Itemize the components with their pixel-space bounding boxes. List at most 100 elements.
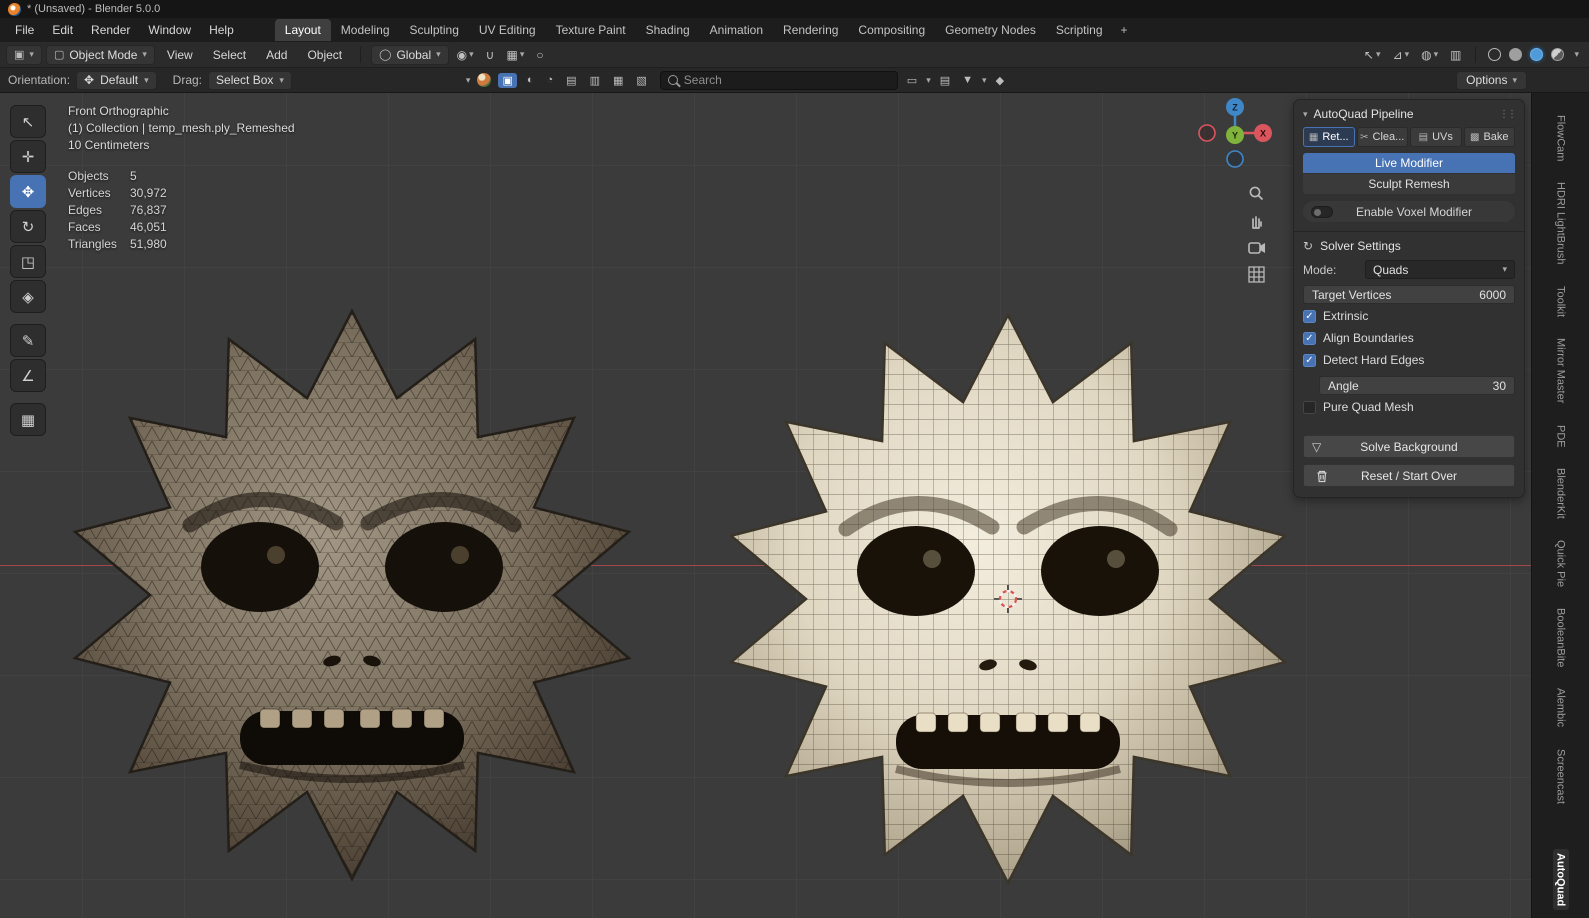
navigation-gizmo[interactable]: Z X Y	[1192, 95, 1278, 178]
sidebar-tab-flowcam[interactable]: FlowCam	[1553, 111, 1569, 165]
camera-view-icon[interactable]	[1248, 241, 1266, 255]
slanted-grid-icon[interactable]: ▧	[633, 73, 649, 88]
axis-z-negative-handle[interactable]	[1226, 150, 1244, 168]
target-vertices-field[interactable]: Target Vertices 6000	[1303, 285, 1515, 304]
workspace-tab-rendering[interactable]: Rendering	[773, 19, 848, 41]
add-cube-tool[interactable]: ▦	[10, 403, 46, 436]
panel-header[interactable]: ▾ AutoQuad Pipeline ⋮⋮	[1303, 107, 1517, 127]
object-mode-dropdown[interactable]: ▢ Object Mode ▾	[45, 44, 155, 65]
workspace-tab-layout[interactable]: Layout	[274, 19, 331, 41]
search-input[interactable]	[683, 73, 890, 87]
mesh-left-triangulated[interactable]	[72, 308, 632, 882]
drag-dropdown[interactable]: Select Box ▾	[208, 70, 292, 90]
menu-edit[interactable]: Edit	[43, 20, 82, 40]
clipboard-icon[interactable]: ▤	[937, 73, 953, 88]
menu-window[interactable]: Window	[139, 20, 200, 40]
sidebar-tab-mirror-master[interactable]: Mirror Master	[1553, 334, 1569, 407]
overlays-dropdown[interactable]: ◍ ▾	[1417, 46, 1442, 64]
detect-hard-edges-checkbox-row[interactable]: Detect Hard Edges	[1303, 350, 1515, 370]
workspace-tab-shading[interactable]: Shading	[636, 19, 700, 41]
circle-falloff-icon[interactable]: ◔	[544, 73, 557, 87]
align-boundaries-checkbox-row[interactable]: Align Boundaries	[1303, 328, 1515, 348]
scale-tool[interactable]: ◳	[10, 245, 46, 278]
enable-voxel-modifier-toggle[interactable]: Enable Voxel Modifier	[1303, 201, 1515, 222]
mesh-grid-icon[interactable]: ▦	[610, 73, 626, 88]
reset-start-over-button[interactable]: Reset / Start Over	[1303, 464, 1515, 487]
shield-icon[interactable]: ◆	[993, 73, 1007, 88]
viewport-canvas[interactable]: ↖ ✛ ✥ ↻ ◳ ◈ ✎ ∠ ▦ Front Orthographic (1)…	[0, 93, 1531, 918]
pure-quad-mesh-checkbox-row[interactable]: Pure Quad Mesh	[1303, 397, 1515, 417]
add-workspace-button[interactable]: +	[1113, 21, 1136, 39]
select-box-tool[interactable]: ↖	[10, 105, 46, 138]
checkbox-checked-icon[interactable]	[1303, 353, 1316, 367]
sidebar-tab-blenderkit[interactable]: BlenderKit	[1553, 464, 1569, 523]
material-preview-ball-icon[interactable]	[477, 73, 492, 87]
pan-hand-icon[interactable]	[1248, 213, 1265, 230]
tab-bake[interactable]: ▩ Bake	[1463, 127, 1515, 147]
tab-retopo[interactable]: ▦ Ret...	[1303, 127, 1355, 147]
shading-solid-button[interactable]	[1509, 48, 1523, 61]
measure-tool[interactable]: ∠	[10, 359, 46, 392]
sidebar-tab-toolkit[interactable]: Toolkit	[1553, 282, 1569, 321]
transform-orientation-dropdown[interactable]: ◯ Global ▾	[371, 44, 449, 65]
options-button[interactable]: Options ▾	[1456, 70, 1527, 90]
rotate-tool[interactable]: ↻	[10, 210, 46, 243]
sidebar-tab-autoquad[interactable]: AutoQuad	[1552, 848, 1569, 910]
mesh-right-quads[interactable]	[728, 312, 1288, 886]
axis-x-negative-handle[interactable]	[1198, 124, 1216, 142]
grid-view-icon[interactable]	[1248, 266, 1265, 283]
shading-dropdown[interactable]: ▾	[1570, 47, 1583, 62]
menu-add[interactable]: Add	[258, 45, 295, 65]
editor-type-selector[interactable]: ▣ ▾	[6, 44, 42, 65]
checkbox-checked-icon[interactable]	[1303, 331, 1316, 345]
half-sphere-icon[interactable]: ◐	[524, 73, 537, 87]
workspace-tab-modeling[interactable]: Modeling	[331, 19, 400, 41]
menu-file[interactable]: File	[6, 20, 43, 40]
sidebar-tab-hdri-lightbrush[interactable]: HDRI LightBrush	[1553, 178, 1569, 269]
sidebar-tab-quick-pie[interactable]: Quick Pie	[1553, 536, 1569, 591]
grid-mask-icon[interactable]: ▤	[563, 73, 579, 88]
sidebar-tab-screencast[interactable]: Screencast	[1553, 745, 1569, 808]
menu-select[interactable]: Select	[205, 45, 254, 65]
shading-material-preview-button[interactable]	[1530, 48, 1544, 61]
transform-tool[interactable]: ◈	[10, 280, 46, 313]
vertical-grid-icon[interactable]: ▥	[587, 73, 603, 88]
solve-background-button[interactable]: ▽ Solve Background	[1303, 435, 1515, 458]
menu-help[interactable]: Help	[200, 20, 243, 40]
workspace-tab-texture-paint[interactable]: Texture Paint	[546, 19, 636, 41]
sidebar-tab-alembic[interactable]: Alembic	[1553, 684, 1569, 731]
proportional-editing-toggle[interactable]: ○	[532, 46, 547, 64]
chevron-down-icon[interactable]: ▾	[466, 75, 471, 86]
mode-dropdown[interactable]: Quads ▾	[1365, 260, 1515, 279]
move-tool[interactable]: ✥	[10, 175, 46, 208]
workspace-tab-uv-editing[interactable]: UV Editing	[469, 19, 546, 41]
sculpt-remesh-button[interactable]: Sculpt Remesh	[1303, 174, 1515, 194]
cursor-tool[interactable]: ✛	[10, 140, 46, 173]
menu-render[interactable]: Render	[82, 20, 139, 40]
menu-object[interactable]: Object	[299, 45, 350, 65]
pivot-point-dropdown[interactable]: ◉ ▾	[453, 46, 478, 64]
region-box-icon[interactable]: ▭	[904, 73, 920, 88]
search-box[interactable]	[659, 70, 898, 90]
menu-view[interactable]: View	[159, 45, 201, 65]
workspace-tab-compositing[interactable]: Compositing	[848, 19, 935, 41]
annotate-tool[interactable]: ✎	[10, 324, 46, 357]
workspace-tab-sculpting[interactable]: Sculpting	[400, 19, 469, 41]
shading-rendered-button[interactable]	[1551, 48, 1565, 61]
gizmos-dropdown[interactable]: ⊿ ▾	[1389, 46, 1414, 64]
snapping-toggle[interactable]: ∪	[482, 46, 499, 64]
sidebar-tab-pde[interactable]: PDE	[1553, 421, 1569, 452]
live-modifier-button[interactable]: Live Modifier	[1303, 153, 1515, 173]
workspace-tab-geometry-nodes[interactable]: Geometry Nodes	[935, 19, 1046, 41]
active-selection-mode-icon[interactable]: ▣	[498, 72, 517, 88]
checkbox-checked-icon[interactable]	[1303, 309, 1316, 323]
zoom-icon[interactable]	[1248, 185, 1265, 202]
checkbox-unchecked-icon[interactable]	[1303, 400, 1316, 414]
workspace-tab-animation[interactable]: Animation	[700, 19, 773, 41]
angle-field[interactable]: Angle 30	[1319, 376, 1515, 395]
extrinsic-checkbox-row[interactable]: Extrinsic	[1303, 306, 1515, 326]
orientation-dropdown[interactable]: ✥ Default ▾	[76, 70, 157, 90]
selectability-visibility-dropdown[interactable]: ↖ ▾	[1360, 46, 1385, 64]
snapping-dropdown[interactable]: ▦ ▾	[502, 46, 528, 64]
filter-funnel-icon[interactable]: ▼	[959, 73, 976, 87]
